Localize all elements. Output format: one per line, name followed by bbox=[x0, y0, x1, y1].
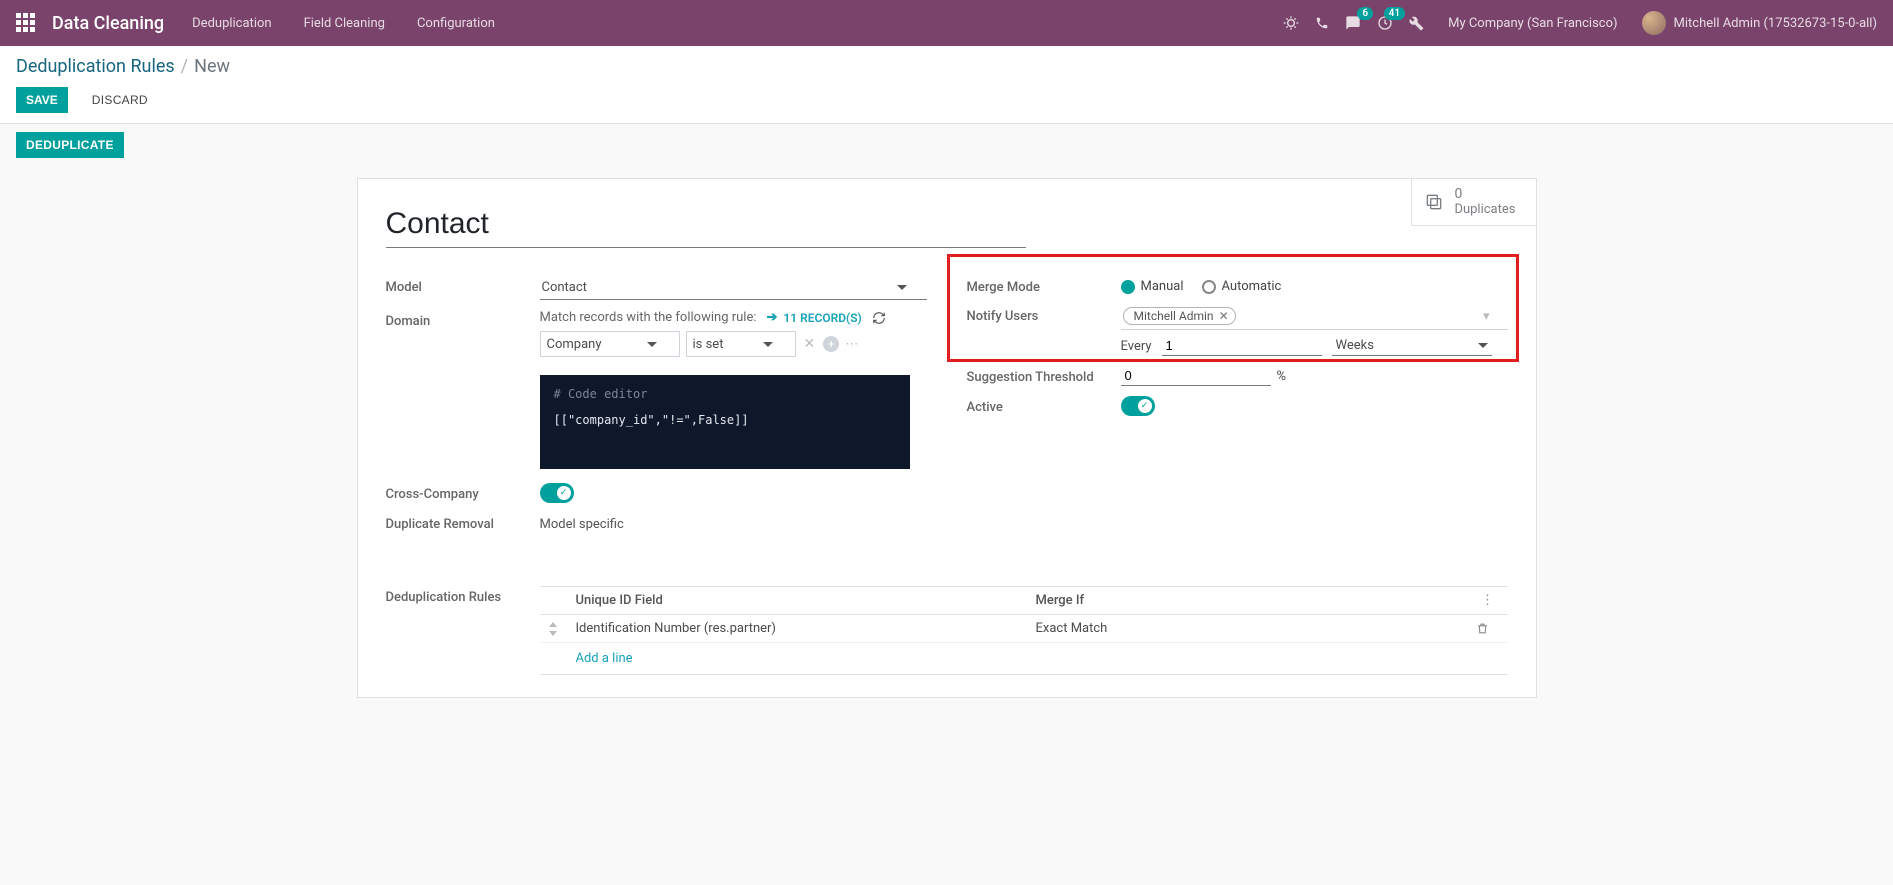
radio-dot-icon bbox=[1121, 280, 1135, 294]
chevron-down-icon bbox=[897, 285, 907, 290]
notify-users-field[interactable]: Mitchell Admin ✕ ▾ bbox=[1121, 305, 1508, 330]
save-button[interactable]: SAVE bbox=[16, 87, 68, 113]
notify-interval-input[interactable] bbox=[1162, 336, 1322, 356]
domain-intro-text: Match records with the following rule: bbox=[540, 310, 757, 325]
subform-section-label: Deduplication Rules bbox=[386, 582, 540, 605]
add-line-link[interactable]: Add a line bbox=[576, 651, 633, 666]
discard-button[interactable]: DISCARD bbox=[82, 87, 158, 113]
row-unique-id: Identification Number (res.partner) bbox=[576, 621, 1036, 636]
domain-field-value: Company bbox=[547, 337, 602, 352]
notify-unit-value: Weeks bbox=[1336, 338, 1374, 353]
phone-icon[interactable] bbox=[1315, 16, 1329, 30]
model-value: Contact bbox=[542, 280, 587, 295]
chevron-down-icon bbox=[647, 342, 657, 347]
refresh-icon[interactable] bbox=[872, 311, 886, 325]
cross-company-toggle[interactable]: ✓ bbox=[540, 483, 574, 503]
merge-mode-auto-label: Automatic bbox=[1222, 279, 1282, 294]
chevron-down-icon: ▾ bbox=[1483, 309, 1490, 324]
rule-name-input[interactable] bbox=[386, 203, 1026, 248]
col-unique-id[interactable]: Unique ID Field bbox=[576, 593, 1036, 608]
stat-label: Duplicates bbox=[1454, 202, 1515, 217]
nav-menu: Deduplication Field Cleaning Configurati… bbox=[192, 16, 495, 31]
cross-company-label: Cross-Company bbox=[386, 483, 540, 502]
domain-operator-select[interactable]: is set bbox=[686, 331, 796, 357]
deduplicate-button[interactable]: DEDUPLICATE bbox=[16, 132, 124, 158]
merge-mode-label: Merge Mode bbox=[967, 276, 1121, 295]
brand[interactable]: Data Cleaning bbox=[52, 13, 164, 34]
breadcrumb-current: New bbox=[194, 56, 230, 77]
chevron-down-icon bbox=[763, 342, 773, 347]
breadcrumb: Deduplication Rules / New bbox=[16, 56, 1877, 77]
records-count: 11 RECORD(S) bbox=[783, 311, 861, 325]
domain-operator-value: is set bbox=[693, 337, 724, 352]
check-icon: ✓ bbox=[557, 486, 571, 500]
table-row[interactable]: Identification Number (res.partner) Exac… bbox=[540, 615, 1508, 643]
row-merge-if: Exact Match bbox=[1036, 621, 1476, 636]
company-switcher[interactable]: My Company (San Francisco) bbox=[1448, 16, 1617, 31]
nav-item-deduplication[interactable]: Deduplication bbox=[192, 16, 271, 31]
duplicate-removal-value: Model specific bbox=[540, 513, 927, 532]
navbar: Data Cleaning Deduplication Field Cleani… bbox=[0, 0, 1893, 46]
col-kebab-icon[interactable]: ⋮ bbox=[1476, 593, 1500, 608]
domain-add-icon[interactable]: + bbox=[823, 336, 839, 352]
merge-mode-manual-label: Manual bbox=[1141, 279, 1184, 294]
threshold-input[interactable] bbox=[1121, 366, 1271, 386]
merge-mode-automatic-radio[interactable]: Automatic bbox=[1202, 279, 1282, 294]
records-link[interactable]: ➔ 11 RECORD(S) bbox=[767, 310, 862, 325]
breadcrumb-parent[interactable]: Deduplication Rules bbox=[16, 56, 175, 77]
nav-item-field-cleaning[interactable]: Field Cleaning bbox=[304, 16, 385, 31]
drag-handle-icon[interactable] bbox=[548, 622, 576, 636]
discuss-badge: 6 bbox=[1357, 7, 1373, 20]
domain-more-icon[interactable]: ⋯ bbox=[845, 337, 860, 352]
discuss-icon[interactable]: 6 bbox=[1345, 15, 1361, 31]
notify-unit-select[interactable]: Weeks bbox=[1332, 336, 1492, 356]
user-name: Mitchell Admin (17532673-15-0-all) bbox=[1674, 16, 1877, 31]
activities-icon[interactable]: 41 bbox=[1377, 15, 1393, 31]
notify-user-tag-text: Mitchell Admin bbox=[1134, 309, 1214, 323]
duplicate-removal-label: Duplicate Removal bbox=[386, 513, 540, 532]
avatar bbox=[1642, 11, 1666, 35]
copy-icon bbox=[1424, 192, 1444, 212]
notify-users-label: Notify Users bbox=[967, 305, 1121, 324]
notify-every-label: Every bbox=[1121, 339, 1152, 354]
status-bar: DEDUPLICATE bbox=[0, 124, 1893, 166]
model-label: Model bbox=[386, 276, 540, 295]
stat-duplicates[interactable]: 0 Duplicates bbox=[1411, 179, 1535, 226]
notify-user-tag[interactable]: Mitchell Admin ✕ bbox=[1123, 307, 1236, 325]
user-menu[interactable]: Mitchell Admin (17532673-15-0-all) bbox=[1642, 11, 1877, 35]
tools-icon[interactable] bbox=[1409, 16, 1424, 31]
debug-icon[interactable] bbox=[1283, 15, 1299, 31]
active-toggle[interactable]: ✓ bbox=[1121, 396, 1155, 416]
apps-icon[interactable] bbox=[16, 13, 36, 33]
model-select[interactable]: Contact bbox=[540, 276, 927, 300]
active-label: Active bbox=[967, 396, 1121, 415]
threshold-unit: % bbox=[1277, 369, 1287, 384]
domain-label: Domain bbox=[386, 310, 540, 329]
domain-field-select[interactable]: Company bbox=[540, 331, 680, 357]
domain-remove-icon[interactable]: ✕ bbox=[804, 336, 816, 352]
left-column: Model Contact Domain Match recor bbox=[386, 276, 927, 542]
threshold-label: Suggestion Threshold bbox=[967, 366, 1121, 385]
control-panel: Deduplication Rules / New SAVE DISCARD bbox=[0, 46, 1893, 124]
breadcrumb-sep: / bbox=[181, 56, 188, 77]
domain-code-editor[interactable]: # Code editor [["company_id","!=",False]… bbox=[540, 375, 910, 469]
check-icon: ✓ bbox=[1138, 399, 1152, 413]
code-body: [["company_id","!=",False]] bbox=[554, 413, 896, 427]
chevron-down-icon bbox=[1478, 343, 1488, 348]
row-delete-icon[interactable] bbox=[1476, 622, 1500, 635]
form-sheet: 0 Duplicates Model Contact bbox=[357, 178, 1537, 698]
arrow-right-icon: ➔ bbox=[767, 310, 778, 325]
code-comment: # Code editor bbox=[554, 387, 896, 401]
merge-mode-manual-radio[interactable]: Manual bbox=[1121, 279, 1184, 294]
nav-item-configuration[interactable]: Configuration bbox=[417, 16, 495, 31]
tag-remove-icon[interactable]: ✕ bbox=[1219, 309, 1229, 323]
stat-count: 0 bbox=[1454, 187, 1515, 202]
col-merge-if[interactable]: Merge If bbox=[1036, 593, 1476, 608]
rules-table: Unique ID Field Merge If ⋮ Identificatio… bbox=[540, 586, 1508, 675]
activities-badge: 41 bbox=[1384, 7, 1405, 20]
right-column: Merge Mode Manual Automatic bbox=[967, 276, 1508, 542]
nav-icons: 6 41 My Company (San Francisco) Mitchell… bbox=[1283, 11, 1877, 35]
radio-dot-icon bbox=[1202, 280, 1216, 294]
